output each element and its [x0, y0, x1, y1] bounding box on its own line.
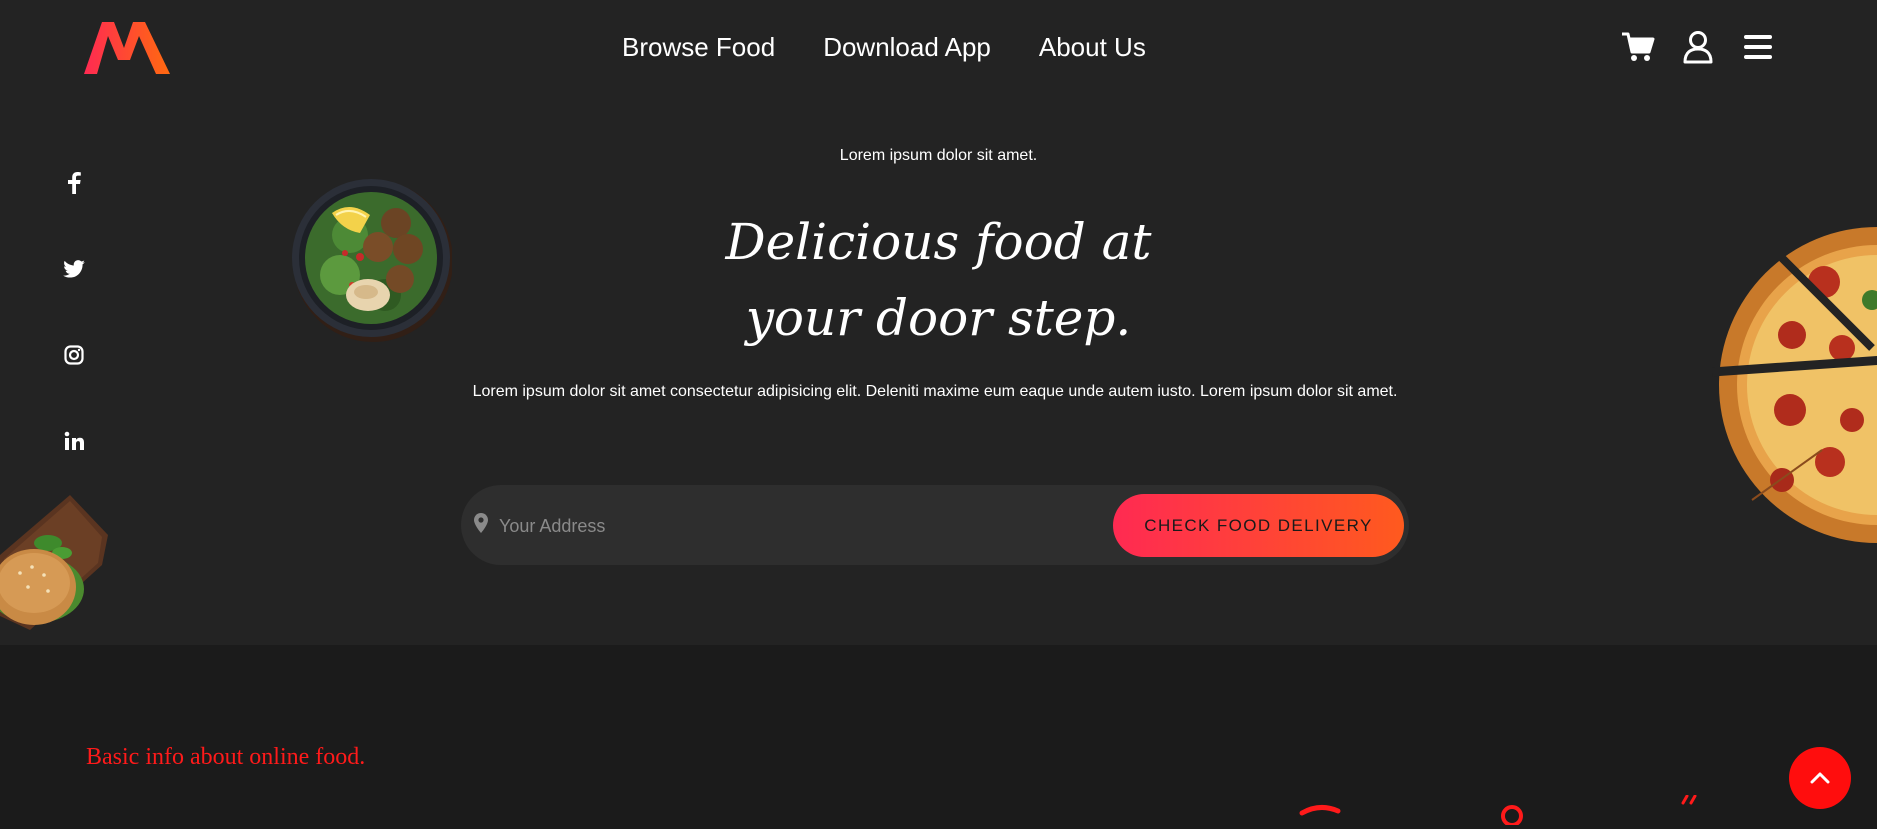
- hero-headline: Delicious food at your door step.: [0, 204, 1877, 356]
- check-food-delivery-button[interactable]: CHECK FOOD DELIVERY: [1113, 494, 1404, 557]
- address-input[interactable]: [497, 503, 1061, 549]
- linkedin-icon[interactable]: [56, 423, 92, 459]
- info-section-title: Basic info about online food.: [86, 744, 366, 770]
- navbar: Browse Food Download App About Us: [0, 0, 1877, 100]
- hero-description: Lorem ipsum dolor sit amet consectetur a…: [472, 383, 1398, 400]
- menu-icon[interactable]: [1741, 30, 1775, 64]
- hero-section: Browse Food Download App About Us Lorem …: [0, 0, 1877, 645]
- user-icon[interactable]: [1681, 30, 1715, 64]
- headline-line-1: Delicious food at: [725, 213, 1152, 271]
- nav-about-us[interactable]: About Us: [1039, 32, 1146, 63]
- decorative-shapes: [1290, 794, 1710, 827]
- headline-line-2: your door step.: [745, 289, 1132, 347]
- main-nav: Browse Food Download App About Us: [622, 32, 1146, 63]
- nav-download-app[interactable]: Download App: [823, 32, 991, 63]
- address-search-bar: CHECK FOOD DELIVERY: [461, 485, 1409, 565]
- nav-actions: [1621, 30, 1775, 64]
- facebook-icon[interactable]: [56, 165, 92, 201]
- brand-logo[interactable]: [84, 20, 170, 76]
- hero-tagline: Lorem ipsum dolor sit amet.: [839, 147, 1038, 164]
- nav-browse-food[interactable]: Browse Food: [622, 32, 775, 63]
- chevron-up-icon: [1810, 772, 1830, 784]
- location-pin-icon: [474, 513, 488, 537]
- back-to-top-button[interactable]: [1789, 747, 1851, 809]
- burger-image: [0, 495, 112, 635]
- cart-icon[interactable]: [1621, 30, 1655, 64]
